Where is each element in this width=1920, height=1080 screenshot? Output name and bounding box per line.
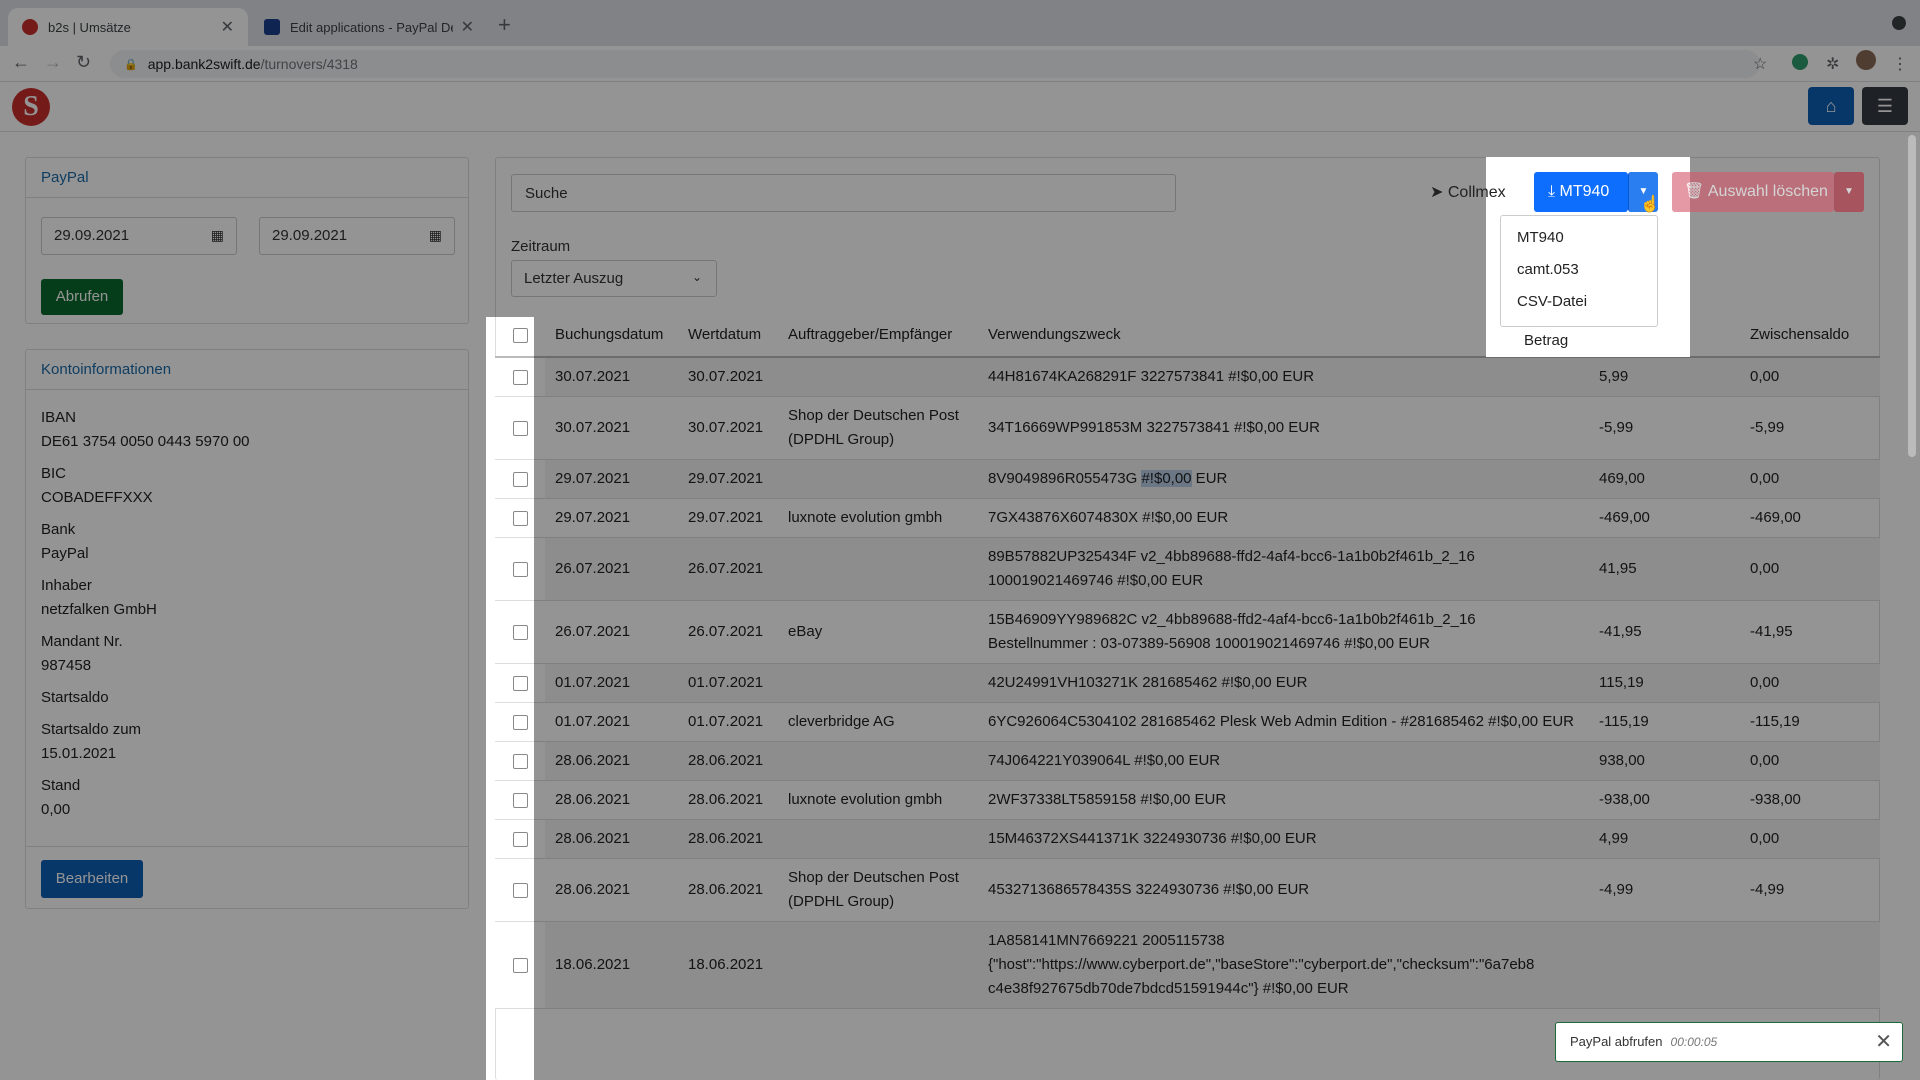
row-checkbox[interactable] — [512, 510, 528, 526]
tour-overlay — [1690, 157, 1920, 1080]
collmex-button[interactable]: ➤ Collmex — [1416, 176, 1520, 210]
tour-overlay — [1486, 357, 1690, 1080]
export-button[interactable]: ⤓ MT940 — [1534, 172, 1628, 212]
row-checkbox[interactable] — [512, 957, 528, 973]
row-checkbox[interactable] — [512, 831, 528, 847]
download-icon: ⤓ — [1548, 183, 1556, 200]
row-checkbox[interactable] — [512, 624, 528, 640]
delete-selection-button[interactable]: 🗑 Auswahl löschen — [1672, 172, 1834, 212]
toast-time: 00:00:05 — [1670, 1035, 1718, 1049]
trash-icon: 🗑 — [1684, 183, 1705, 200]
row-checkbox[interactable] — [512, 714, 528, 730]
tour-overlay — [0, 0, 1920, 157]
row-checkbox[interactable] — [512, 369, 528, 385]
export-option-camt053[interactable]: camt.053 — [1501, 254, 1657, 286]
scrollbar[interactable] — [1908, 135, 1916, 457]
row-checkbox[interactable] — [512, 471, 528, 487]
tour-overlay — [534, 157, 1486, 1080]
export-format-menu: MT940 camt.053 CSV-Datei — [1500, 215, 1658, 327]
mouse-cursor-icon: ☝ — [1640, 196, 1660, 213]
fetch-status-toast: PayPal abfrufen 00:00:05 ✕ — [1555, 1022, 1903, 1062]
row-checkbox[interactable] — [512, 753, 528, 769]
toast-text: PayPal abfrufen — [1570, 1034, 1663, 1049]
caret-down-icon: ▼ — [1844, 186, 1854, 197]
close-icon[interactable]: ✕ — [1875, 1023, 1892, 1061]
delete-dropdown-toggle[interactable]: ▼ — [1834, 172, 1864, 212]
row-checkbox[interactable] — [512, 792, 528, 808]
export-option-mt940[interactable]: MT940 — [1501, 222, 1657, 254]
row-checkbox[interactable] — [512, 675, 528, 691]
paper-plane-icon: ➤ — [1430, 184, 1444, 201]
row-checkbox[interactable] — [512, 882, 528, 898]
select-all-checkbox[interactable] — [512, 327, 528, 343]
row-checkbox[interactable] — [512, 561, 528, 577]
tour-overlay — [0, 157, 486, 1080]
delete-label: Auswahl löschen — [1707, 183, 1828, 200]
column-header-amount-visible: Betrag — [1524, 332, 1569, 349]
export-label: MT940 — [1559, 183, 1610, 200]
collmex-label: Collmex — [1447, 184, 1506, 201]
tour-overlay — [486, 157, 534, 317]
row-checkbox[interactable] — [512, 420, 528, 436]
export-option-csv[interactable]: CSV-Datei — [1501, 286, 1657, 318]
